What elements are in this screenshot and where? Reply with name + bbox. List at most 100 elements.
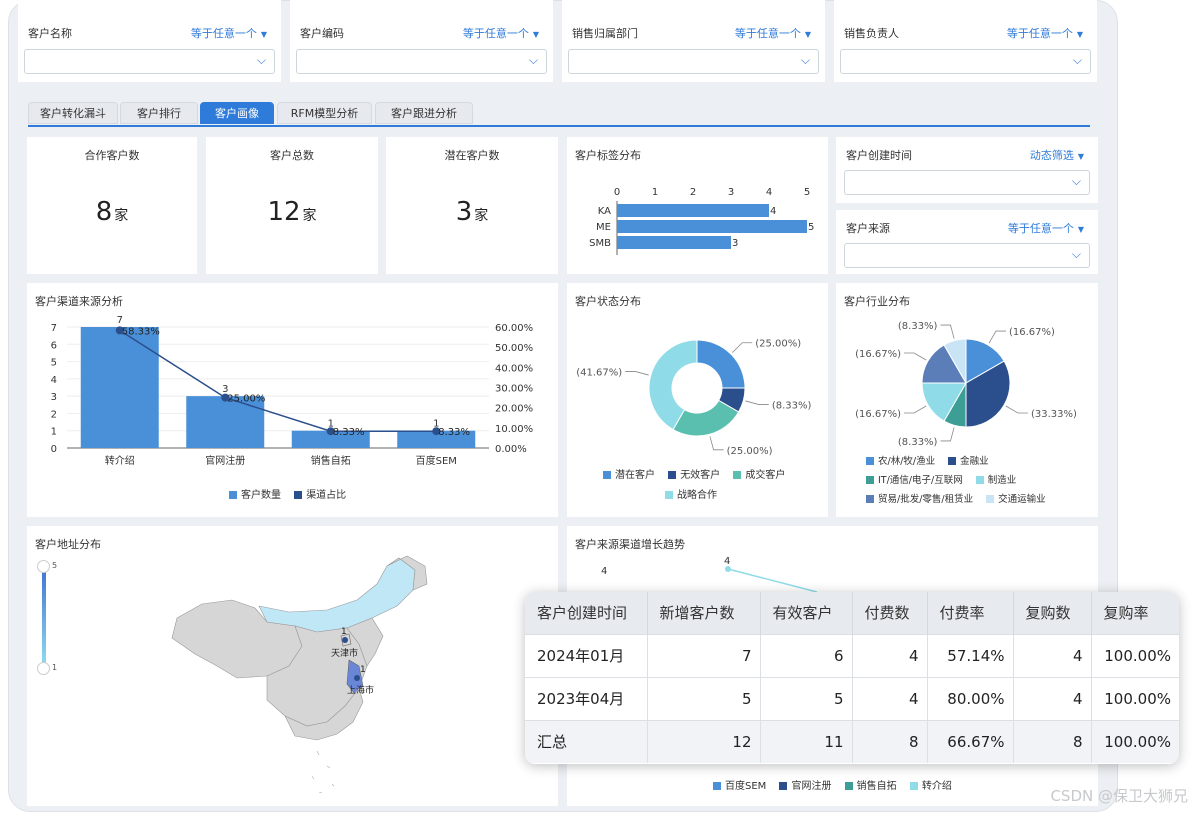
filter-label: 销售归属部门 <box>572 27 638 40</box>
legend-item[interactable]: 客户数量 <box>229 490 281 501</box>
caret-down-icon: ▼ <box>1076 30 1083 39</box>
chevron-down-icon: ⌵ <box>1071 247 1081 261</box>
y2-tick-label: 20.00% <box>495 404 533 415</box>
y-tick-label: KA <box>598 206 611 217</box>
tab-customer-profile[interactable]: 客户画像 <box>200 102 274 124</box>
table-row[interactable]: 2024年01月 7 6 4 57.14% 4 100.00% <box>525 633 1179 677</box>
tab-customer-ranking[interactable]: 客户排行 <box>120 102 198 124</box>
filter-select[interactable]: ⌵ <box>844 170 1090 195</box>
kpi-value: 3家 <box>455 197 489 227</box>
series-line-share <box>119 329 437 432</box>
x-tick-label: 转介绍 <box>105 454 135 467</box>
legend-item[interactable]: 贸易/批发/零售/租赁业 <box>866 494 973 505</box>
china-map[interactable]: 天津市 上海市 1 1 <box>27 526 558 806</box>
filter-sales-owner: 销售负责人 等于任意一个 ▼ ⌵ <box>834 0 1097 82</box>
filter-mode-dropdown[interactable]: 等于任意一个 ▼ <box>1007 25 1083 41</box>
bar-KA <box>617 204 769 217</box>
line-data-label: 8.33% <box>438 427 470 438</box>
filter-customer-source: 客户来源 等于任意一个 ▼ ⌵ <box>836 210 1098 274</box>
filter-select[interactable]: ⌵ <box>24 49 275 74</box>
filter-select[interactable]: ⌵ <box>844 243 1090 268</box>
label-leader-line <box>709 436 724 451</box>
legend-item[interactable]: 无效客户 <box>668 470 720 481</box>
kpi-title: 客户总数 <box>270 149 314 162</box>
legend-item[interactable]: 百度SEM <box>713 781 766 792</box>
label-leader-line <box>988 330 1007 344</box>
slice-label: (8.33%) <box>898 321 938 332</box>
chart-card-address-map: 客户地址分布 5 1 天津市 上海市 1 1 <box>27 526 558 806</box>
map-point-tianjin <box>342 637 348 643</box>
y-tick-label: 7 <box>51 323 57 334</box>
legend-item[interactable]: 农/林/牧/渔业 <box>866 456 935 467</box>
map-value-shanghai: 1 <box>360 665 366 675</box>
y-tick-label: 1 <box>51 427 57 438</box>
slice-label: (33.33%) <box>1031 409 1077 420</box>
line-data-label: 58.33% <box>122 326 160 337</box>
chart-legend: 农/林/牧/渔业 金融业 IT/通信/电子/互联网 制造业 贸易/批发/零售/租… <box>866 452 1096 509</box>
filter-mode-dropdown[interactable]: 等于任意一个 ▼ <box>735 25 811 41</box>
column-header[interactable]: 付费率 <box>927 592 1014 634</box>
column-header[interactable]: 有效客户 <box>760 592 853 634</box>
table-cell: 4 <box>852 676 928 720</box>
data-label: 4 <box>770 206 776 217</box>
x-tick-label: 1 <box>652 187 658 198</box>
filter-mode-dropdown[interactable]: 动态筛选 ▼ <box>1030 147 1084 163</box>
filter-mode-dropdown[interactable]: 等于任意一个 ▼ <box>463 25 539 41</box>
legend-item[interactable]: 成交客户 <box>733 470 785 481</box>
legend-item[interactable]: 交通运输业 <box>986 494 1046 505</box>
line-data-label: 8.33% <box>333 427 365 438</box>
map-region-north <box>258 557 416 633</box>
bar-ME <box>617 220 807 233</box>
table-cell: 汇总 <box>525 719 648 763</box>
filter-select[interactable]: ⌵ <box>296 49 547 74</box>
y-tick-label: 4 <box>51 375 57 386</box>
caret-down-icon: ▼ <box>532 30 539 39</box>
column-header[interactable]: 复购数 <box>1013 592 1092 634</box>
legend-item[interactable]: 转介绍 <box>909 781 952 792</box>
bar-SMB <box>617 236 731 249</box>
filter-label: 客户创建时间 <box>846 149 912 162</box>
x-tick-label: 3 <box>728 187 734 198</box>
legend-item[interactable]: IT/通信/电子/互联网 <box>866 475 963 486</box>
table-cell: 11 <box>760 719 853 763</box>
column-header[interactable]: 复购率 <box>1091 592 1179 634</box>
column-header[interactable]: 客户创建时间 <box>525 592 648 634</box>
south-sea-islands <box>311 750 335 794</box>
x-tick-label: 0 <box>614 187 620 198</box>
bar-转介绍 <box>80 327 159 448</box>
slice-label: (25.00%) <box>755 339 801 350</box>
filter-select[interactable]: ⌵ <box>568 49 819 74</box>
legend-item[interactable]: 官网注册 <box>779 781 831 792</box>
kpi-card-total-customers: 客户总数 12 家 <box>206 137 378 274</box>
filter-mode-dropdown[interactable]: 等于任意一个 ▼ <box>191 25 267 41</box>
legend-item[interactable]: 金融业 <box>948 456 989 467</box>
map-point-shanghai <box>354 675 360 681</box>
table-row[interactable]: 2023年04月 5 5 4 80.00% 4 100.00% <box>525 676 1179 720</box>
label-leader-line <box>1005 405 1028 414</box>
table-cell: 80.00% <box>927 676 1014 720</box>
table-cell: 5 <box>647 676 761 720</box>
series-line-transfer <box>727 568 818 593</box>
legend-item[interactable]: 战略合作 <box>665 490 717 501</box>
legend-item[interactable]: 制造业 <box>975 475 1016 486</box>
legend-item[interactable]: 销售自拓 <box>844 781 897 792</box>
legend-item[interactable]: 潜在客户 <box>603 470 655 481</box>
y2-tick-label: 50.00% <box>495 343 533 354</box>
chevron-down-icon: ⌵ <box>800 53 810 67</box>
filter-mode-dropdown[interactable]: 等于任意一个 ▼ <box>1008 220 1084 236</box>
caret-down-icon: ▼ <box>1077 152 1084 161</box>
column-header[interactable]: 新增客户数 <box>647 592 761 634</box>
table-total-row[interactable]: 汇总 12 11 8 66.67% 8 100.00% <box>525 719 1179 763</box>
tab-followup-analysis[interactable]: 客户跟进分析 <box>375 102 473 124</box>
table-cell: 100.00% <box>1091 719 1179 763</box>
tab-rfm-analysis[interactable]: RFM模型分析 <box>277 102 372 124</box>
chevron-down-icon: ⌵ <box>256 53 266 67</box>
legend-item[interactable]: 渠道占比 <box>294 490 346 501</box>
filter-select[interactable]: ⌵ <box>840 49 1091 74</box>
filter-label: 客户来源 <box>846 222 890 235</box>
tab-conversion-funnel[interactable]: 客户转化漏斗 <box>28 102 118 124</box>
table-cell: 100.00% <box>1091 676 1179 720</box>
chart-legend: 客户数量 渠道占比 <box>229 486 356 501</box>
y2-tick-label: 0.00% <box>495 444 527 455</box>
column-header[interactable]: 付费数 <box>852 592 928 634</box>
